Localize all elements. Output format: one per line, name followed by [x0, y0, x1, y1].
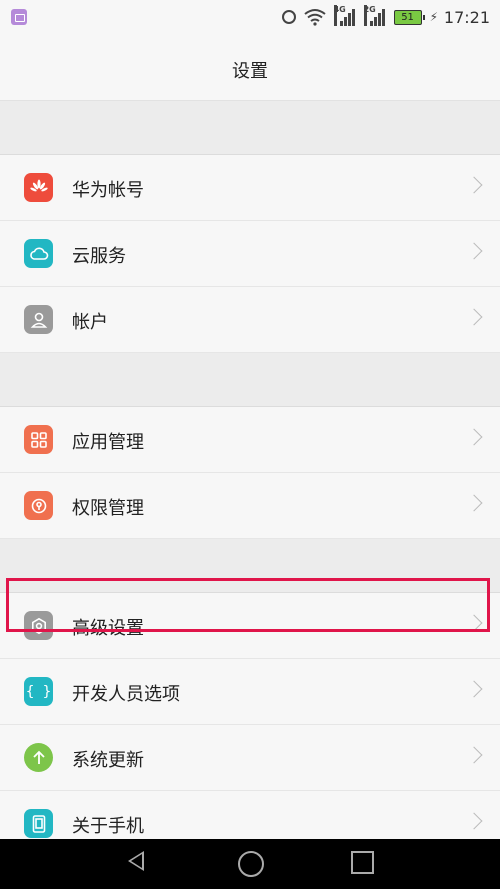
settings-item-permission-management[interactable]: 权限管理 [0, 473, 500, 539]
chevron-right-icon [465, 308, 483, 326]
chevron-right-icon [465, 242, 483, 260]
navigation-bar [0, 839, 500, 889]
chevron-right-icon [465, 680, 483, 698]
settings-item-label: 应用管理 [72, 432, 144, 453]
status-bar: 4G 2G 51 ⚡ 17:21 [0, 0, 500, 34]
chevron-right-icon [465, 746, 483, 764]
chevron-right-icon [465, 176, 483, 194]
settings-item-system-update[interactable]: 系统更新 [0, 725, 500, 791]
recent-apps-button[interactable] [351, 851, 374, 874]
wifi-icon [303, 9, 326, 26]
charging-icon: ⚡ [429, 10, 438, 24]
chevron-right-icon [465, 494, 483, 512]
person-icon [24, 305, 53, 334]
settings-item-label: 华为帐号 [72, 180, 144, 201]
gear-icon [24, 611, 53, 640]
key-icon [24, 491, 53, 520]
settings-item-developer-options[interactable]: { } 开发人员选项 [0, 659, 500, 725]
settings-item-label: 云服务 [72, 246, 126, 267]
settings-list: 华为帐号 云服务 帐户 应用管理 权限管理 高级设置 {} 开发人员选项 系统… [0, 101, 500, 857]
settings-item-advanced-settings[interactable]: 高级设置 [0, 593, 500, 659]
gallery-notification-icon [11, 9, 27, 25]
settings-item-label: 权限管理 [72, 498, 144, 519]
settings-item-label: 帐户 [72, 312, 108, 333]
settings-item-label: 高级设置 [72, 618, 144, 639]
arrow-up-icon [24, 743, 53, 772]
settings-item-label: 开发人员选项 [72, 684, 180, 705]
page-title: 设置 [232, 61, 268, 82]
chevron-right-icon [465, 614, 483, 632]
alarm-icon [281, 10, 296, 24]
signal-sim2-icon: 2G [363, 5, 386, 26]
settings-item-accounts[interactable]: 帐户 [0, 287, 500, 353]
clock: 17:21 [443, 8, 490, 27]
braces-icon: { } [24, 677, 53, 706]
settings-item-app-management[interactable]: 应用管理 [0, 407, 500, 473]
settings-item-label: 关于手机 [72, 816, 144, 837]
group-divider [0, 101, 500, 155]
settings-item-cloud-service[interactable]: 云服务 [0, 221, 500, 287]
back-button[interactable] [128, 851, 144, 871]
group-divider [0, 539, 500, 593]
settings-item-huawei-account[interactable]: 华为帐号 [0, 155, 500, 221]
phone-icon [24, 809, 53, 838]
huawei-icon [24, 173, 53, 202]
cloud-icon [24, 239, 53, 268]
chevron-right-icon [465, 812, 483, 830]
app-header: 设置 [0, 34, 500, 101]
chevron-right-icon [465, 428, 483, 446]
home-button[interactable] [238, 851, 264, 877]
settings-item-label: 系统更新 [72, 750, 144, 771]
battery-icon: 51 [393, 9, 425, 25]
group-divider [0, 353, 500, 407]
grid-icon [24, 425, 53, 454]
status-icons: 4G 2G 51 ⚡ [281, 5, 438, 27]
signal-sim1-icon: 4G [333, 5, 356, 26]
